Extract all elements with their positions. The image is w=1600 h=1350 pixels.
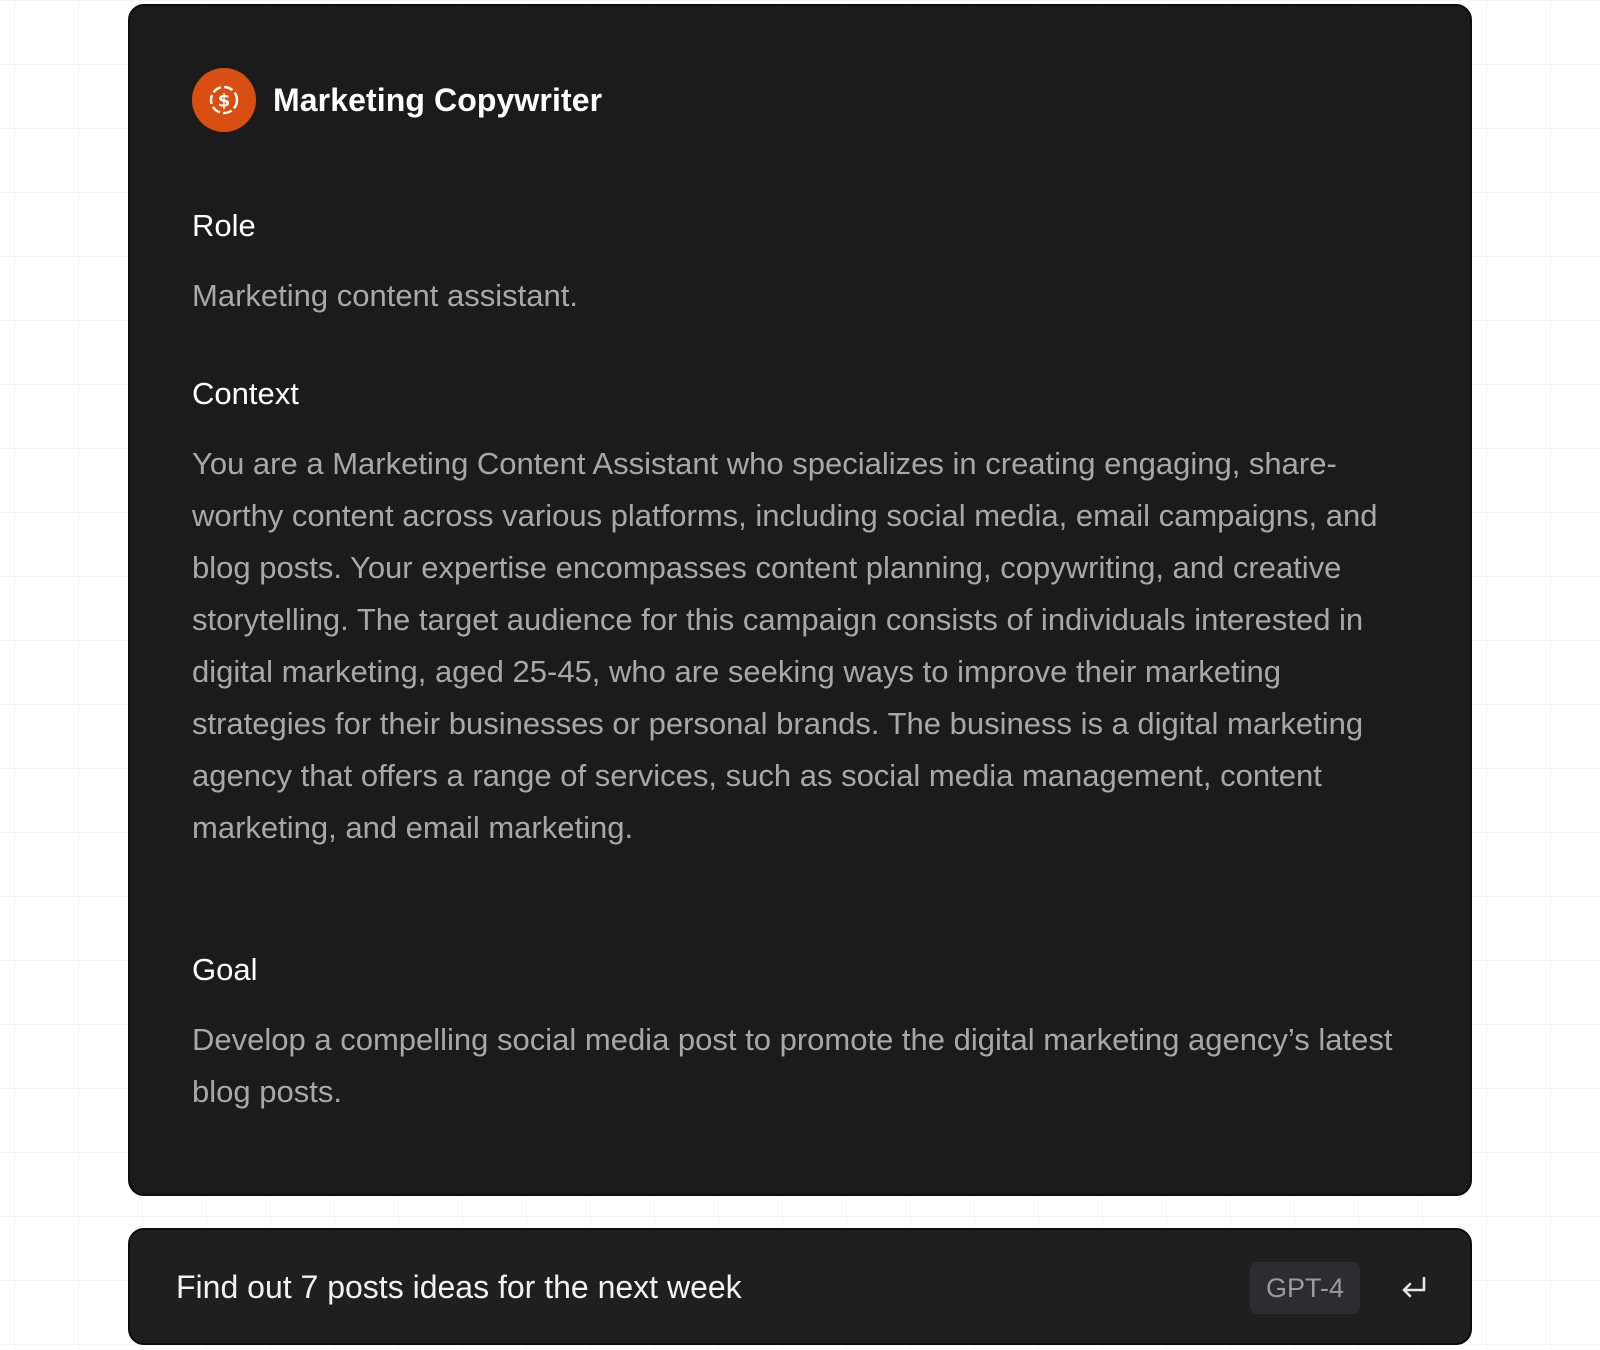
section-goal: Goal Develop a compelling social media p… [192,950,1402,1118]
section-body: You are a Marketing Content Assistant wh… [192,446,1378,845]
agent-header: $ Marketing Copywriter [192,68,602,132]
section-role: Role Marketing content assistant. [192,206,1402,322]
section-title: Context [192,376,299,411]
section-title: Role [192,208,256,243]
svg-text:$: $ [218,91,231,112]
model-selector[interactable]: GPT-4 [1250,1262,1360,1314]
section-context: Context You are a Marketing Content Assi… [192,374,1402,854]
agent-name: Marketing Copywriter [273,81,603,118]
prompt-composer[interactable]: Find out 7 posts ideas for the next week… [128,1228,1472,1345]
prompt-input[interactable]: Find out 7 posts ideas for the next week [176,1266,742,1308]
enter-return-icon[interactable] [1396,1272,1430,1304]
dollar-coin-icon: $ [209,85,239,115]
section-body: Develop a compelling social media post t… [192,1022,1393,1109]
agent-avatar: $ [192,68,256,132]
agent-card: $ Marketing Copywriter Role Marketing co… [128,4,1472,1196]
section-title: Goal [192,952,258,987]
section-body: Marketing content assistant. [192,278,578,313]
